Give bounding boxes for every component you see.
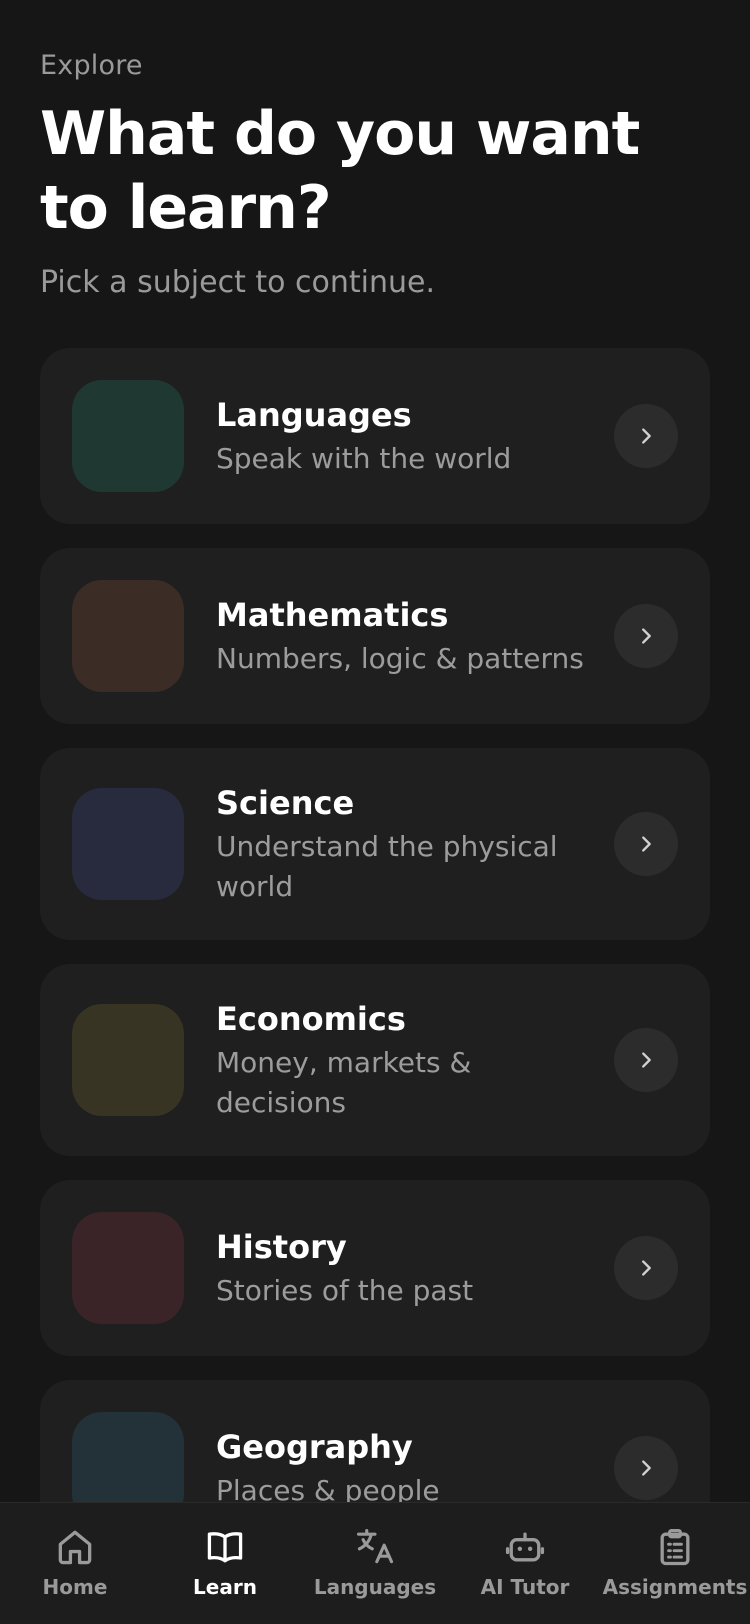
subject-card-history[interactable]: History Stories of the past <box>40 1180 710 1356</box>
home-icon <box>58 1530 92 1565</box>
chevron-right-icon[interactable] <box>614 404 678 468</box>
tab-home[interactable]: Home <box>0 1525 150 1599</box>
subject-thumbnail <box>72 380 184 492</box>
subject-thumbnail <box>72 788 184 900</box>
subject-card-science[interactable]: Science Understand the physical world <box>40 748 710 940</box>
subject-card-languages[interactable]: Languages Speak with the world <box>40 348 710 524</box>
tab-label: Learn <box>193 1575 257 1599</box>
page-subtitle: Pick a subject to continue. <box>40 265 435 300</box>
subject-subtitle: Understand the physical world <box>216 830 558 903</box>
subject-title: Economics <box>216 1000 406 1038</box>
tab-assignments[interactable]: Assignments <box>600 1525 750 1599</box>
tab-label: Home <box>42 1575 108 1599</box>
subject-card-mathematics[interactable]: Mathematics Numbers, logic & patterns <box>40 548 710 724</box>
subject-thumbnail <box>72 580 184 692</box>
subject-title: Mathematics <box>216 596 449 634</box>
tab-label: Languages <box>313 1575 437 1599</box>
tab-languages[interactable]: Languages <box>300 1525 450 1599</box>
book-icon <box>207 1532 243 1563</box>
subject-subtitle: Stories of the past <box>216 1274 474 1307</box>
chevron-right-icon[interactable] <box>614 1236 678 1300</box>
explore-screen: Explore What do you want to learn? Pick … <box>0 0 750 1624</box>
tab-ai-tutor[interactable]: AI Tutor <box>450 1525 600 1599</box>
subject-list: Languages Speak with the world Mathemati… <box>40 348 710 1580</box>
robot-icon <box>505 1532 545 1562</box>
eyebrow-label: Explore <box>40 50 143 81</box>
bottom-tab-bar: Home Learn Languages AI Tutor Assignment… <box>0 1502 750 1624</box>
subject-title: Languages <box>216 396 412 434</box>
page-title: What do you want to learn? <box>40 99 640 243</box>
chevron-right-icon[interactable] <box>614 812 678 876</box>
subject-title: Science <box>216 784 355 822</box>
subject-card-economics[interactable]: Economics Money, markets & decisions <box>40 964 710 1156</box>
subject-title: History <box>216 1228 347 1266</box>
subject-thumbnail <box>72 1004 184 1116</box>
chevron-right-icon[interactable] <box>614 1028 678 1092</box>
chevron-right-icon[interactable] <box>614 604 678 668</box>
subject-subtitle: Money, markets & decisions <box>216 1046 472 1119</box>
page-header: Explore What do you want to learn? Pick … <box>40 50 720 300</box>
subject-subtitle: Numbers, logic & patterns <box>216 642 584 675</box>
clipboard-icon <box>660 1529 690 1566</box>
tab-label: AI Tutor <box>480 1575 570 1599</box>
subject-title: Geography <box>216 1428 413 1466</box>
subject-thumbnail <box>72 1212 184 1324</box>
chevron-right-icon[interactable] <box>614 1436 678 1500</box>
translate-icon <box>356 1528 394 1564</box>
tab-label: Assignments <box>602 1575 748 1599</box>
tab-learn[interactable]: Learn <box>150 1525 300 1599</box>
subject-subtitle: Speak with the world <box>216 442 512 475</box>
